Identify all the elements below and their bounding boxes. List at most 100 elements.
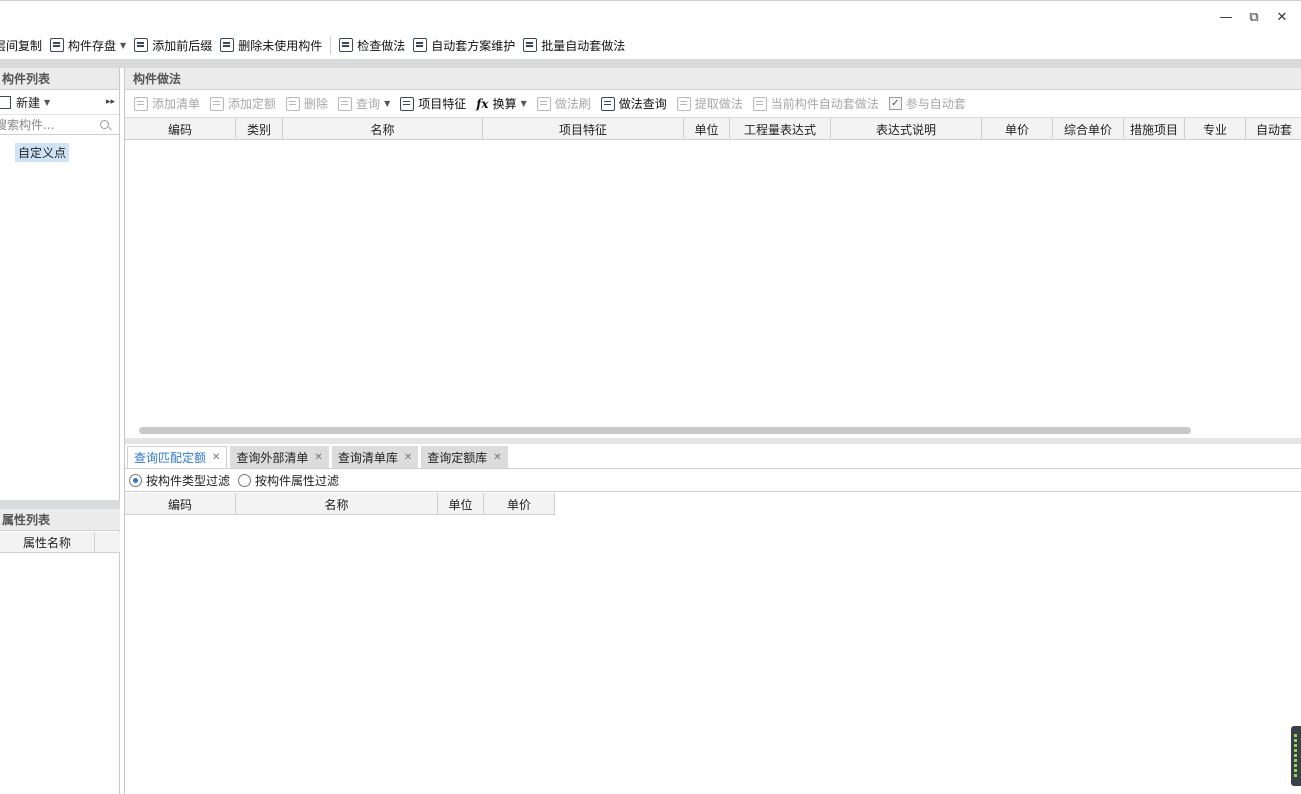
filter-by-attr-radio[interactable] (238, 474, 252, 487)
q-col-price[interactable]: 单价 (484, 493, 555, 515)
col-auto-apply[interactable]: 自动套 (1246, 118, 1301, 140)
attr-col-name[interactable]: 属性名称 (0, 532, 95, 553)
method-query-button[interactable]: 做法查询 (596, 93, 672, 115)
list-delete-icon (220, 38, 235, 52)
add-quota-button[interactable]: 添加定额 (205, 93, 281, 115)
close-icon[interactable]: ✕ (1271, 7, 1293, 27)
item-feature-button[interactable]: 项目特征 (395, 93, 471, 115)
title-bar: — ⧉ ✕ (0, 0, 1301, 30)
q-col-name[interactable]: 名称 (236, 493, 438, 515)
col-item-feature[interactable]: 项目特征 (483, 118, 684, 140)
participate-auto-label: 参与自动套 (905, 97, 966, 111)
minimize-icon[interactable]: — (1215, 7, 1237, 27)
component-search-input[interactable] (0, 117, 95, 132)
component-method-panel: 构件做法 添加清单 添加定额 删除 查询 ▼ 项目特征 fx 换算 ▼ 做法刷 … (124, 68, 1301, 794)
search-icon[interactable] (100, 120, 109, 129)
chevron-down-icon[interactable]: ▼ (44, 98, 50, 107)
extract-method-button[interactable]: 提取做法 (672, 93, 748, 115)
col-specialty[interactable]: 专业 (1185, 118, 1246, 140)
checkmark-icon: ✓ (888, 97, 902, 110)
add-prefix-suffix-label: 添加前后缀 (152, 38, 213, 53)
brush-icon (536, 96, 551, 111)
chevron-down-icon[interactable]: ▼ (120, 41, 126, 50)
method-query-label: 做法查询 (618, 97, 667, 111)
new-component-row: 新建 ▼ ▸▸ (0, 90, 119, 115)
side-gauge-widget[interactable] (1291, 726, 1301, 786)
attr-col-value[interactable] (95, 532, 120, 553)
delete-unused-button[interactable]: 删除未使用构件 (216, 33, 326, 57)
horizontal-scrollbar[interactable] (139, 427, 1191, 434)
extract-icon (676, 96, 691, 111)
col-category[interactable]: 类别 (236, 118, 283, 140)
add-bill-icon (134, 96, 148, 111)
col-unit[interactable]: 单位 (684, 118, 730, 140)
col-measure-item[interactable]: 措施项目 (1124, 118, 1185, 140)
tab-external-bill-label: 查询外部清单 (236, 450, 309, 465)
extract-method-label: 提取做法 (694, 97, 743, 111)
q-col-unit[interactable]: 单位 (438, 493, 484, 515)
floor-copy-button[interactable]: 层间复制 (0, 33, 46, 57)
chevron-down-icon[interactable]: ▼ (384, 99, 390, 108)
check-method-button[interactable]: 检查做法 (335, 33, 409, 57)
attribute-table-header: 属性名称 (0, 532, 120, 553)
col-name[interactable]: 名称 (283, 118, 483, 140)
toolbar-divider (330, 36, 332, 54)
quota-result-table: 编码 名称 单位 单价 (125, 493, 555, 515)
filter-by-attr-label[interactable]: 按构件属性过滤 (255, 472, 339, 489)
expand-icon[interactable]: ▸▸ (106, 97, 115, 107)
tab-quota-library[interactable]: 查询定额库 ✕ (421, 446, 508, 468)
save-icon (50, 38, 65, 52)
auto-scheme-label: 自动套方案维护 (431, 38, 516, 53)
chevron-down-icon[interactable]: ▼ (521, 99, 527, 108)
item-feature-label: 项目特征 (418, 97, 467, 111)
attribute-list-title: 属性列表 (0, 509, 120, 531)
col-expr-desc[interactable]: 表达式说明 (831, 118, 982, 140)
tab-match-quota[interactable]: 查询匹配定额 ✕ (127, 446, 228, 468)
fx-icon: fx (476, 96, 489, 111)
tab-external-bill[interactable]: 查询外部清单 ✕ (230, 446, 329, 468)
save-component-button[interactable]: 构件存盘 ▼ (46, 33, 130, 57)
tab-bill-library[interactable]: 查询清单库 ✕ (331, 446, 419, 468)
component-list-title: 构件列表 (0, 68, 119, 90)
auto-copy-icon (752, 96, 767, 111)
method-brush-button[interactable]: 做法刷 (532, 93, 596, 115)
trash-icon (286, 96, 301, 111)
add-quota-label: 添加定额 (228, 97, 277, 111)
feature-list-icon (400, 96, 415, 111)
delete-label: 删除 (304, 97, 329, 111)
close-icon[interactable]: ✕ (493, 452, 501, 463)
col-code[interactable]: 编码 (125, 118, 236, 140)
col-quantity-expr[interactable]: 工程量表达式 (730, 118, 831, 140)
close-icon[interactable]: ✕ (314, 452, 322, 463)
filter-by-type-radio[interactable] (129, 474, 142, 487)
filter-by-type-label[interactable]: 按构件类型过滤 (146, 472, 230, 489)
convert-label: 换算 (492, 97, 517, 111)
close-icon[interactable]: ✕ (404, 452, 412, 463)
auto-scheme-button[interactable]: 自动套方案维护 (409, 33, 519, 57)
delete-button[interactable]: 删除 (281, 93, 333, 115)
q-col-code[interactable]: 编码 (125, 493, 236, 515)
main-toolbar: 层间复制 构件存盘 ▼ 添加前后缀 删除未使用构件 检查做法 自动套方案维护 批… (0, 31, 1291, 59)
tab-quota-library-label: 查询定额库 (427, 450, 488, 465)
query-button[interactable]: 查询 ▼ (333, 93, 395, 115)
close-icon[interactable]: ✕ (212, 452, 220, 463)
restore-icon[interactable]: ⧉ (1243, 7, 1265, 27)
add-bill-button[interactable]: 添加清单 (129, 93, 205, 115)
query-label: 查询 (356, 97, 381, 111)
query-icon (338, 96, 353, 111)
col-price[interactable]: 单价 (982, 118, 1053, 140)
batch-auto-method-button[interactable]: 批量自动套做法 (519, 33, 629, 57)
add-prefix-suffix-button[interactable]: 添加前后缀 (130, 33, 216, 57)
panel-splitter[interactable] (125, 438, 1301, 444)
check-method-label: 检查做法 (357, 38, 406, 53)
col-total-price[interactable]: 综合单价 (1053, 118, 1124, 140)
convert-button[interactable]: fx 换算 ▼ (471, 93, 532, 115)
tree-item-custom-point[interactable]: 自定义点 (15, 143, 70, 162)
attr-separator-band (0, 500, 120, 509)
quota-table-header: 编码 名称 单位 单价 (125, 493, 555, 515)
method-brush-label: 做法刷 (554, 97, 591, 111)
participate-auto-checkbox[interactable]: ✓ 参与自动套 (884, 93, 971, 115)
new-component-button[interactable]: 新建 (16, 94, 40, 111)
current-auto-method-button[interactable]: 当前构件自动套做法 (748, 93, 884, 115)
prefix-icon (134, 38, 149, 52)
